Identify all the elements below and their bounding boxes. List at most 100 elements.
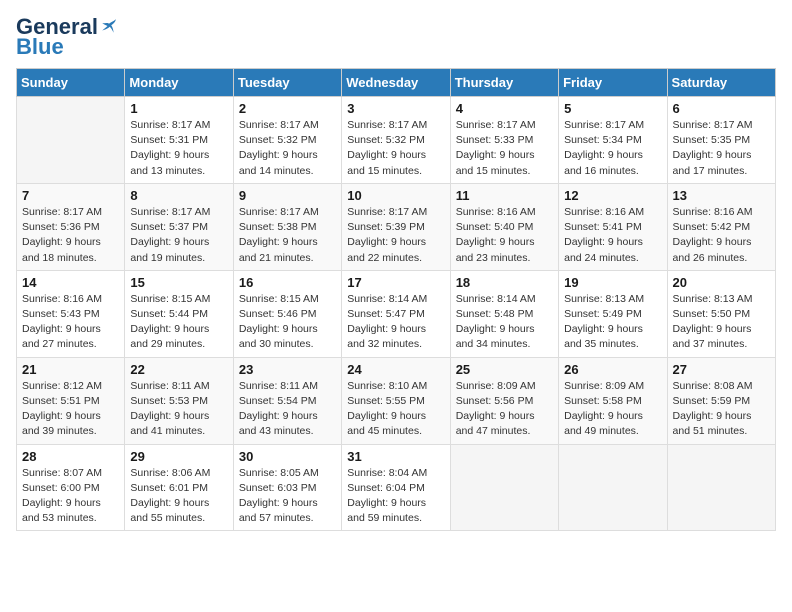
day-info: Sunrise: 8:04 AM Sunset: 6:04 PM Dayligh… <box>347 466 444 527</box>
day-number: 16 <box>239 275 336 290</box>
calendar-cell: 28 Sunrise: 8:07 AM Sunset: 6:00 PM Dayli… <box>17 444 125 531</box>
day-number: 24 <box>347 362 444 377</box>
day-info: Sunrise: 8:17 AM Sunset: 5:36 PM Dayligh… <box>22 205 119 266</box>
day-number: 11 <box>456 188 553 203</box>
day-info: Sunrise: 8:17 AM Sunset: 5:38 PM Dayligh… <box>239 205 336 266</box>
calendar-cell: 31 Sunrise: 8:04 AM Sunset: 6:04 PM Dayli… <box>342 444 450 531</box>
calendar-cell: 27 Sunrise: 8:08 AM Sunset: 5:59 PM Dayli… <box>667 357 775 444</box>
day-info: Sunrise: 8:11 AM Sunset: 5:53 PM Dayligh… <box>130 379 227 440</box>
calendar-cell: 24 Sunrise: 8:10 AM Sunset: 5:55 PM Dayli… <box>342 357 450 444</box>
day-number: 10 <box>347 188 444 203</box>
day-number: 21 <box>22 362 119 377</box>
day-info: Sunrise: 8:10 AM Sunset: 5:55 PM Dayligh… <box>347 379 444 440</box>
day-number: 25 <box>456 362 553 377</box>
calendar-cell: 16 Sunrise: 8:15 AM Sunset: 5:46 PM Dayli… <box>233 270 341 357</box>
weekday-header-row: SundayMondayTuesdayWednesdayThursdayFrid… <box>17 69 776 97</box>
day-number: 5 <box>564 101 661 116</box>
day-number: 1 <box>130 101 227 116</box>
calendar-cell: 14 Sunrise: 8:16 AM Sunset: 5:43 PM Dayli… <box>17 270 125 357</box>
day-info: Sunrise: 8:17 AM Sunset: 5:32 PM Dayligh… <box>239 118 336 179</box>
calendar-cell: 20 Sunrise: 8:13 AM Sunset: 5:50 PM Dayli… <box>667 270 775 357</box>
day-info: Sunrise: 8:07 AM Sunset: 6:00 PM Dayligh… <box>22 466 119 527</box>
calendar-cell: 22 Sunrise: 8:11 AM Sunset: 5:53 PM Dayli… <box>125 357 233 444</box>
calendar-table: SundayMondayTuesdayWednesdayThursdayFrid… <box>16 68 776 531</box>
day-number: 15 <box>130 275 227 290</box>
calendar-week-row: 14 Sunrise: 8:16 AM Sunset: 5:43 PM Dayli… <box>17 270 776 357</box>
day-number: 23 <box>239 362 336 377</box>
day-number: 13 <box>673 188 770 203</box>
day-info: Sunrise: 8:13 AM Sunset: 5:50 PM Dayligh… <box>673 292 770 353</box>
calendar-cell: 12 Sunrise: 8:16 AM Sunset: 5:41 PM Dayli… <box>559 183 667 270</box>
day-info: Sunrise: 8:17 AM Sunset: 5:32 PM Dayligh… <box>347 118 444 179</box>
weekday-header-monday: Monday <box>125 69 233 97</box>
calendar-cell <box>17 97 125 184</box>
day-info: Sunrise: 8:15 AM Sunset: 5:44 PM Dayligh… <box>130 292 227 353</box>
calendar-cell: 30 Sunrise: 8:05 AM Sunset: 6:03 PM Dayli… <box>233 444 341 531</box>
calendar-cell: 6 Sunrise: 8:17 AM Sunset: 5:35 PM Daylig… <box>667 97 775 184</box>
day-number: 8 <box>130 188 227 203</box>
day-number: 7 <box>22 188 119 203</box>
calendar-cell: 4Sunrise: 8:17 AM Sunset: 5:33 PM Daylig… <box>450 97 558 184</box>
calendar-cell: 8 Sunrise: 8:17 AM Sunset: 5:37 PM Daylig… <box>125 183 233 270</box>
calendar-week-row: 7 Sunrise: 8:17 AM Sunset: 5:36 PM Daylig… <box>17 183 776 270</box>
weekday-header-sunday: Sunday <box>17 69 125 97</box>
calendar-cell: 18 Sunrise: 8:14 AM Sunset: 5:48 PM Dayli… <box>450 270 558 357</box>
logo-bird-icon <box>100 17 118 35</box>
day-number: 31 <box>347 449 444 464</box>
calendar-cell <box>667 444 775 531</box>
day-number: 14 <box>22 275 119 290</box>
day-number: 18 <box>456 275 553 290</box>
weekday-header-tuesday: Tuesday <box>233 69 341 97</box>
calendar-cell: 1 Sunrise: 8:17 AM Sunset: 5:31 PM Daylig… <box>125 97 233 184</box>
calendar-cell: 17Sunrise: 8:14 AM Sunset: 5:47 PM Dayli… <box>342 270 450 357</box>
logo: General Blue <box>16 16 118 58</box>
day-number: 2 <box>239 101 336 116</box>
calendar-cell: 23 Sunrise: 8:11 AM Sunset: 5:54 PM Dayli… <box>233 357 341 444</box>
calendar-week-row: 21 Sunrise: 8:12 AM Sunset: 5:51 PM Dayli… <box>17 357 776 444</box>
day-number: 27 <box>673 362 770 377</box>
weekday-header-thursday: Thursday <box>450 69 558 97</box>
day-info: Sunrise: 8:17 AM Sunset: 5:37 PM Dayligh… <box>130 205 227 266</box>
calendar-cell: 7 Sunrise: 8:17 AM Sunset: 5:36 PM Daylig… <box>17 183 125 270</box>
calendar-cell: 26Sunrise: 8:09 AM Sunset: 5:58 PM Dayli… <box>559 357 667 444</box>
day-number: 20 <box>673 275 770 290</box>
day-number: 4 <box>456 101 553 116</box>
day-number: 29 <box>130 449 227 464</box>
calendar-cell: 19Sunrise: 8:13 AM Sunset: 5:49 PM Dayli… <box>559 270 667 357</box>
day-info: Sunrise: 8:11 AM Sunset: 5:54 PM Dayligh… <box>239 379 336 440</box>
day-info: Sunrise: 8:16 AM Sunset: 5:41 PM Dayligh… <box>564 205 661 266</box>
day-number: 17 <box>347 275 444 290</box>
calendar-cell: 11Sunrise: 8:16 AM Sunset: 5:40 PM Dayli… <box>450 183 558 270</box>
calendar-week-row: 28 Sunrise: 8:07 AM Sunset: 6:00 PM Dayli… <box>17 444 776 531</box>
calendar-cell: 3 Sunrise: 8:17 AM Sunset: 5:32 PM Daylig… <box>342 97 450 184</box>
day-info: Sunrise: 8:14 AM Sunset: 5:48 PM Dayligh… <box>456 292 553 353</box>
day-number: 19 <box>564 275 661 290</box>
day-info: Sunrise: 8:05 AM Sunset: 6:03 PM Dayligh… <box>239 466 336 527</box>
day-info: Sunrise: 8:17 AM Sunset: 5:31 PM Dayligh… <box>130 118 227 179</box>
day-number: 30 <box>239 449 336 464</box>
calendar-week-row: 1 Sunrise: 8:17 AM Sunset: 5:31 PM Daylig… <box>17 97 776 184</box>
day-info: Sunrise: 8:17 AM Sunset: 5:39 PM Dayligh… <box>347 205 444 266</box>
weekday-header-wednesday: Wednesday <box>342 69 450 97</box>
day-number: 26 <box>564 362 661 377</box>
logo-blue-text: Blue <box>16 36 64 58</box>
day-info: Sunrise: 8:17 AM Sunset: 5:35 PM Dayligh… <box>673 118 770 179</box>
day-number: 22 <box>130 362 227 377</box>
calendar-cell: 21 Sunrise: 8:12 AM Sunset: 5:51 PM Dayli… <box>17 357 125 444</box>
day-info: Sunrise: 8:09 AM Sunset: 5:56 PM Dayligh… <box>456 379 553 440</box>
calendar-cell: 5Sunrise: 8:17 AM Sunset: 5:34 PM Daylig… <box>559 97 667 184</box>
page-header: General Blue <box>16 16 776 58</box>
calendar-cell <box>450 444 558 531</box>
day-info: Sunrise: 8:15 AM Sunset: 5:46 PM Dayligh… <box>239 292 336 353</box>
weekday-header-friday: Friday <box>559 69 667 97</box>
calendar-cell <box>559 444 667 531</box>
day-info: Sunrise: 8:06 AM Sunset: 6:01 PM Dayligh… <box>130 466 227 527</box>
calendar-cell: 2 Sunrise: 8:17 AM Sunset: 5:32 PM Daylig… <box>233 97 341 184</box>
day-info: Sunrise: 8:12 AM Sunset: 5:51 PM Dayligh… <box>22 379 119 440</box>
day-number: 3 <box>347 101 444 116</box>
day-info: Sunrise: 8:16 AM Sunset: 5:43 PM Dayligh… <box>22 292 119 353</box>
day-info: Sunrise: 8:08 AM Sunset: 5:59 PM Dayligh… <box>673 379 770 440</box>
day-number: 12 <box>564 188 661 203</box>
day-number: 6 <box>673 101 770 116</box>
day-number: 28 <box>22 449 119 464</box>
